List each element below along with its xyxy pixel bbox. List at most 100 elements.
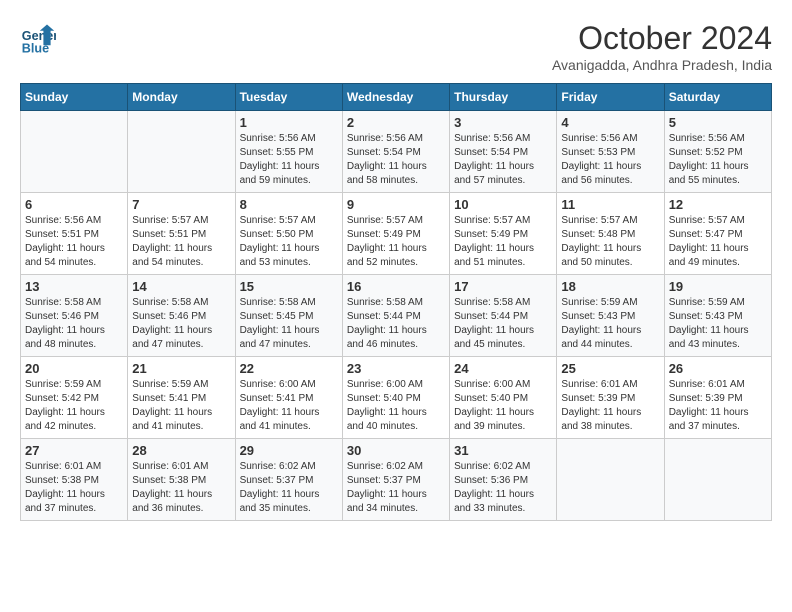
day-info: Sunrise: 5:56 AMSunset: 5:52 PMDaylight:… [669, 132, 767, 188]
day-cell: 26 Sunrise: 6:01 AMSunset: 5:39 PMDayligh… [664, 357, 771, 439]
day-number: 4 [561, 115, 659, 130]
day-info: Sunrise: 6:01 AMSunset: 5:39 PMDaylight:… [561, 378, 659, 434]
day-cell: 15 Sunrise: 5:58 AMSunset: 5:45 PMDayligh… [235, 275, 342, 357]
day-info: Sunrise: 5:58 AMSunset: 5:44 PMDaylight:… [347, 296, 445, 352]
day-info: Sunrise: 5:57 AMSunset: 5:47 PMDaylight:… [669, 214, 767, 270]
day-info: Sunrise: 6:01 AMSunset: 5:39 PMDaylight:… [669, 378, 767, 434]
day-cell: 12 Sunrise: 5:57 AMSunset: 5:47 PMDayligh… [664, 193, 771, 275]
week-row-5: 27 Sunrise: 6:01 AMSunset: 5:38 PMDayligh… [21, 439, 772, 521]
day-cell: 18 Sunrise: 5:59 AMSunset: 5:43 PMDayligh… [557, 275, 664, 357]
day-cell: 20 Sunrise: 5:59 AMSunset: 5:42 PMDayligh… [21, 357, 128, 439]
col-header-sunday: Sunday [21, 84, 128, 111]
col-header-thursday: Thursday [450, 84, 557, 111]
day-cell: 30 Sunrise: 6:02 AMSunset: 5:37 PMDayligh… [342, 439, 449, 521]
day-number: 27 [25, 443, 123, 458]
day-number: 9 [347, 197, 445, 212]
day-info: Sunrise: 5:58 AMSunset: 5:46 PMDaylight:… [25, 296, 123, 352]
week-row-1: 1 Sunrise: 5:56 AMSunset: 5:55 PMDaylight… [21, 111, 772, 193]
day-info: Sunrise: 5:56 AMSunset: 5:55 PMDaylight:… [240, 132, 338, 188]
location-subtitle: Avanigadda, Andhra Pradesh, India [552, 57, 772, 73]
col-header-monday: Monday [128, 84, 235, 111]
day-cell: 4 Sunrise: 5:56 AMSunset: 5:53 PMDaylight… [557, 111, 664, 193]
day-number: 30 [347, 443, 445, 458]
day-number: 14 [132, 279, 230, 294]
day-number: 19 [669, 279, 767, 294]
day-info: Sunrise: 5:59 AMSunset: 5:42 PMDaylight:… [25, 378, 123, 434]
day-number: 12 [669, 197, 767, 212]
day-info: Sunrise: 5:56 AMSunset: 5:53 PMDaylight:… [561, 132, 659, 188]
day-number: 8 [240, 197, 338, 212]
calendar-table: SundayMondayTuesdayWednesdayThursdayFrid… [20, 83, 772, 521]
day-cell: 25 Sunrise: 6:01 AMSunset: 5:39 PMDayligh… [557, 357, 664, 439]
day-number: 29 [240, 443, 338, 458]
day-info: Sunrise: 5:58 AMSunset: 5:45 PMDaylight:… [240, 296, 338, 352]
day-number: 15 [240, 279, 338, 294]
day-cell: 5Sunrise: 5:56 AMSunset: 5:52 PMDaylight… [664, 111, 771, 193]
day-info: Sunrise: 5:56 AMSunset: 5:54 PMDaylight:… [454, 132, 552, 188]
day-info: Sunrise: 6:02 AMSunset: 5:37 PMDaylight:… [347, 460, 445, 516]
day-cell: 19Sunrise: 5:59 AMSunset: 5:43 PMDayligh… [664, 275, 771, 357]
day-cell: 11 Sunrise: 5:57 AMSunset: 5:48 PMDayligh… [557, 193, 664, 275]
day-number: 16 [347, 279, 445, 294]
day-number: 10 [454, 197, 552, 212]
day-cell: 8 Sunrise: 5:57 AMSunset: 5:50 PMDaylight… [235, 193, 342, 275]
day-cell [664, 439, 771, 521]
day-cell: 28Sunrise: 6:01 AMSunset: 5:38 PMDayligh… [128, 439, 235, 521]
title-block: October 2024 Avanigadda, Andhra Pradesh,… [552, 20, 772, 73]
day-number: 21 [132, 361, 230, 376]
week-row-4: 20 Sunrise: 5:59 AMSunset: 5:42 PMDayligh… [21, 357, 772, 439]
day-cell: 23Sunrise: 6:00 AMSunset: 5:40 PMDayligh… [342, 357, 449, 439]
day-info: Sunrise: 6:02 AMSunset: 5:36 PMDaylight:… [454, 460, 552, 516]
day-info: Sunrise: 5:57 AMSunset: 5:51 PMDaylight:… [132, 214, 230, 270]
day-number: 26 [669, 361, 767, 376]
day-info: Sunrise: 5:57 AMSunset: 5:49 PMDaylight:… [454, 214, 552, 270]
day-number: 24 [454, 361, 552, 376]
week-row-2: 6Sunrise: 5:56 AMSunset: 5:51 PMDaylight… [21, 193, 772, 275]
col-header-saturday: Saturday [664, 84, 771, 111]
day-info: Sunrise: 6:00 AMSunset: 5:40 PMDaylight:… [347, 378, 445, 434]
day-cell: 31Sunrise: 6:02 AMSunset: 5:36 PMDayligh… [450, 439, 557, 521]
col-header-wednesday: Wednesday [342, 84, 449, 111]
day-number: 3 [454, 115, 552, 130]
day-cell: 24 Sunrise: 6:00 AMSunset: 5:40 PMDayligh… [450, 357, 557, 439]
day-cell [557, 439, 664, 521]
day-cell: 14Sunrise: 5:58 AMSunset: 5:46 PMDayligh… [128, 275, 235, 357]
day-cell: 16 Sunrise: 5:58 AMSunset: 5:44 PMDayligh… [342, 275, 449, 357]
day-cell [21, 111, 128, 193]
day-info: Sunrise: 5:56 AMSunset: 5:51 PMDaylight:… [25, 214, 123, 270]
day-cell [128, 111, 235, 193]
day-info: Sunrise: 5:57 AMSunset: 5:48 PMDaylight:… [561, 214, 659, 270]
day-cell: 29 Sunrise: 6:02 AMSunset: 5:37 PMDayligh… [235, 439, 342, 521]
day-cell: 13 Sunrise: 5:58 AMSunset: 5:46 PMDayligh… [21, 275, 128, 357]
page-header: General Blue October 2024 Avanigadda, An… [20, 20, 772, 73]
day-number: 13 [25, 279, 123, 294]
month-title: October 2024 [552, 20, 772, 57]
day-cell: 9Sunrise: 5:57 AMSunset: 5:49 PMDaylight… [342, 193, 449, 275]
day-number: 2 [347, 115, 445, 130]
day-number: 1 [240, 115, 338, 130]
day-info: Sunrise: 5:57 AMSunset: 5:50 PMDaylight:… [240, 214, 338, 270]
day-info: Sunrise: 5:56 AMSunset: 5:54 PMDaylight:… [347, 132, 445, 188]
day-number: 7 [132, 197, 230, 212]
day-info: Sunrise: 6:01 AMSunset: 5:38 PMDaylight:… [25, 460, 123, 516]
day-number: 20 [25, 361, 123, 376]
day-cell: 21 Sunrise: 5:59 AMSunset: 5:41 PMDayligh… [128, 357, 235, 439]
day-cell: 2 Sunrise: 5:56 AMSunset: 5:54 PMDaylight… [342, 111, 449, 193]
day-number: 22 [240, 361, 338, 376]
day-cell: 27 Sunrise: 6:01 AMSunset: 5:38 PMDayligh… [21, 439, 128, 521]
day-cell: 17Sunrise: 5:58 AMSunset: 5:44 PMDayligh… [450, 275, 557, 357]
day-info: Sunrise: 5:59 AMSunset: 5:41 PMDaylight:… [132, 378, 230, 434]
day-number: 25 [561, 361, 659, 376]
col-header-tuesday: Tuesday [235, 84, 342, 111]
day-cell: 10 Sunrise: 5:57 AMSunset: 5:49 PMDayligh… [450, 193, 557, 275]
day-number: 18 [561, 279, 659, 294]
day-number: 11 [561, 197, 659, 212]
day-info: Sunrise: 5:59 AMSunset: 5:43 PMDaylight:… [561, 296, 659, 352]
day-info: Sunrise: 6:02 AMSunset: 5:37 PMDaylight:… [240, 460, 338, 516]
week-row-3: 13 Sunrise: 5:58 AMSunset: 5:46 PMDayligh… [21, 275, 772, 357]
logo-icon: General Blue [20, 20, 56, 56]
day-info: Sunrise: 6:00 AMSunset: 5:40 PMDaylight:… [454, 378, 552, 434]
day-number: 28 [132, 443, 230, 458]
col-header-friday: Friday [557, 84, 664, 111]
day-info: Sunrise: 6:00 AMSunset: 5:41 PMDaylight:… [240, 378, 338, 434]
